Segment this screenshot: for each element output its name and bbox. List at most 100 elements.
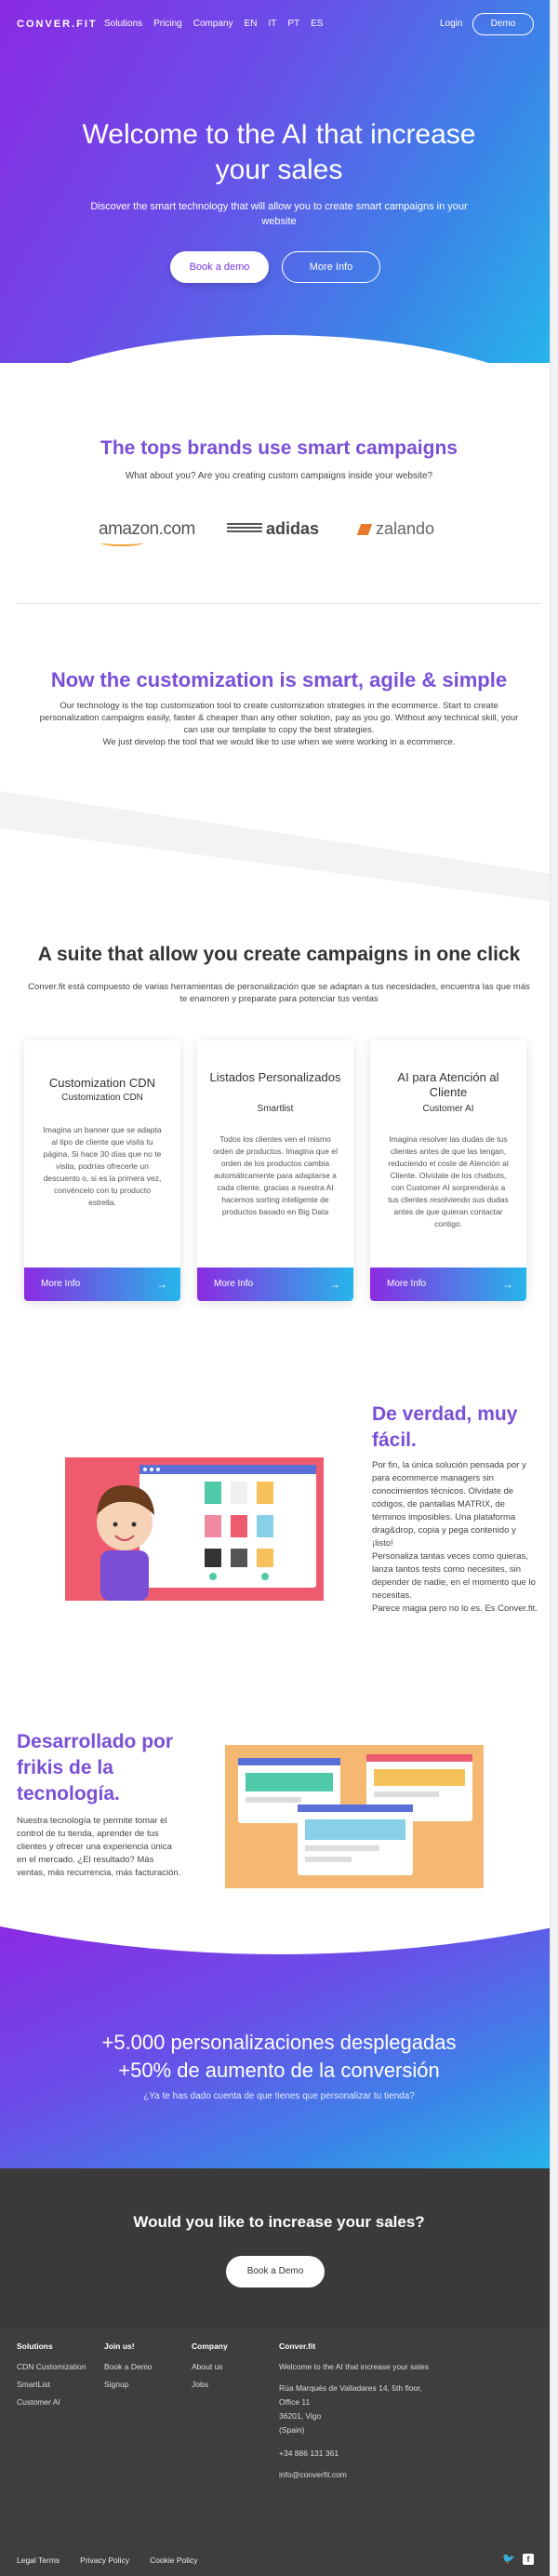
amazon-logo: amazon.com xyxy=(99,519,195,546)
zalando-mark-icon xyxy=(356,524,373,535)
page: CONVER.FIT Solutions Pricing Company EN … xyxy=(0,0,558,2576)
brands-subtitle: What about you? Are you creating custom … xyxy=(125,471,433,481)
easy-text: Por fin, la única solución pensada por y… xyxy=(372,1459,539,1616)
demo-button[interactable]: Demo xyxy=(472,13,534,35)
footer-tagline: Welcome to the AI that increase your sal… xyxy=(279,2362,429,2371)
easy-paragraph-3: Parece magia pero no lo es. Es Conver.fi… xyxy=(372,1603,538,1614)
footer-heading: Conver.fit xyxy=(279,2341,316,2351)
zalando-logo-text: zalando xyxy=(376,519,435,538)
arrow-right-icon: → xyxy=(156,1278,167,1291)
stat-personalizations: +5.000 personalizaciones desplegadas xyxy=(101,2031,457,2054)
lang-en[interactable]: EN xyxy=(245,19,258,29)
customization-paragraph: Our technology is the top customization … xyxy=(39,701,519,735)
card-text: Imagina un banner que se adapta al tipo … xyxy=(43,1125,162,1207)
card-button-label: More Info xyxy=(387,1279,427,1289)
footer-link-customer-ai[interactable]: Customer AI xyxy=(17,2397,86,2407)
footer-solutions: Solutions CDN Customization SmartList Cu… xyxy=(17,2341,86,2415)
footer-link-smartlist[interactable]: SmartList xyxy=(17,2380,86,2389)
book-demo-button[interactable]: Book a demo xyxy=(170,251,269,283)
facebook-icon[interactable]: f xyxy=(523,2554,534,2565)
footer-address-line: Rúa Marqués de Valladares 14, 5th floor, xyxy=(279,2383,422,2393)
footer-converfit: Conver.fit Welcome to the AI that increa… xyxy=(279,2341,446,2484)
footer-link-book-demo[interactable]: Book a Demo xyxy=(104,2362,153,2371)
amazon-logo-text: amazon.com xyxy=(99,519,195,539)
card-subtitle: Customization CDN xyxy=(61,1093,143,1103)
hero-wave-divider xyxy=(0,335,558,363)
easy-paragraph-1: Por fin, la única solución pensada por y… xyxy=(372,1460,526,1549)
card-button-label: More Info xyxy=(41,1279,81,1289)
card-subtitle: Smartlist xyxy=(257,1104,294,1114)
suite-title: A suite that allow you create campaigns … xyxy=(37,944,521,965)
diagonal-band xyxy=(0,791,558,903)
customization-paragraph-2: We just develop the tool that we would l… xyxy=(102,737,456,747)
easy-paragraph-2: Personaliza tantas veces como quieras, l… xyxy=(372,1551,536,1601)
hero-subtitle: Discover the smart technology that will … xyxy=(90,201,468,227)
footer-link-jobs[interactable]: Jobs xyxy=(192,2380,228,2389)
footer-phone[interactable]: +34 886 131 361 xyxy=(279,2449,446,2459)
footer-company: Company About us Jobs xyxy=(192,2341,228,2397)
card-text: Todos los clientes ven el mismo orden de… xyxy=(213,1134,338,1216)
nav-solutions[interactable]: Solutions xyxy=(104,19,142,29)
footer-address-line: 36201, Vigo xyxy=(279,2411,322,2421)
card-title: Listados Personalizados xyxy=(209,1070,341,1084)
lang-es[interactable]: ES xyxy=(311,19,323,29)
card-customer-ai: AI para Atención al Cliente Customer AI … xyxy=(370,1040,526,1301)
easy-title: De verdad, muy fácil. xyxy=(372,1403,518,1451)
hero-section: CONVER.FIT Solutions Pricing Company EN … xyxy=(0,0,558,363)
card-subtitle: Customer AI xyxy=(422,1104,474,1114)
card-title: Customization CDN xyxy=(48,1076,156,1090)
nav-company[interactable]: Company xyxy=(193,19,233,29)
card-more-info-button[interactable]: More Info → xyxy=(370,1268,526,1301)
more-info-button[interactable]: More Info xyxy=(282,251,380,283)
dashboard-illustration xyxy=(225,1745,484,1888)
footer-bottom-bar: Legal Terms Privacy Policy Cookie Policy… xyxy=(0,2537,558,2576)
login-link[interactable]: Login xyxy=(440,19,462,29)
footer-heading: Solutions xyxy=(17,2341,53,2351)
card-customization-cdn: Customization CDN Customization CDN Imag… xyxy=(24,1040,180,1301)
top-nav: CONVER.FIT Solutions Pricing Company EN … xyxy=(0,13,558,37)
footer-heading: Join us! xyxy=(104,2341,135,2351)
arrow-right-icon: → xyxy=(502,1278,513,1291)
adidas-logo-text: adidas xyxy=(266,519,320,538)
footer-legal-links: Legal Terms Privacy Policy Cookie Policy xyxy=(17,2556,198,2565)
arrow-right-icon: → xyxy=(329,1278,340,1291)
geeks-title: Desarrollado por frikis de la tecnología… xyxy=(17,1731,174,1805)
footer-link-about[interactable]: About us xyxy=(192,2362,228,2371)
cta-section xyxy=(0,2168,558,2328)
stats-subtitle: ¿Ya te has dado cuenta de que tienes que… xyxy=(143,2091,415,2101)
footer-address-line: (Spain) xyxy=(279,2425,305,2435)
hero-title: Welcome to the AI that increase your sal… xyxy=(82,119,476,185)
card-more-info-button[interactable]: More Info → xyxy=(24,1268,180,1301)
logo[interactable]: CONVER.FIT xyxy=(17,19,98,30)
footer-heading: Company xyxy=(192,2341,228,2351)
nav-pricing[interactable]: Pricing xyxy=(153,19,182,29)
footer-email[interactable]: info@converfit.com xyxy=(279,2470,446,2480)
ecommerce-illustration xyxy=(65,1457,324,1601)
lang-it[interactable]: IT xyxy=(268,19,276,29)
adidas-stripes-icon xyxy=(227,523,262,536)
divider xyxy=(17,603,541,604)
adidas-logo: adidas xyxy=(227,519,324,542)
footer-link-signup[interactable]: Signup xyxy=(104,2380,153,2389)
customization-text: Our technology is the top customization … xyxy=(37,700,521,748)
amazon-smile-icon xyxy=(100,539,143,546)
footer-link-cdn[interactable]: CDN Customization xyxy=(17,2362,86,2371)
footer-address-line: Office 11 xyxy=(279,2397,311,2407)
cta-book-demo-button[interactable]: Book a Demo xyxy=(226,2256,325,2288)
twitter-icon[interactable]: 🐦 xyxy=(502,2554,515,2565)
lang-pt[interactable]: PT xyxy=(287,19,299,29)
privacy-policy-link[interactable]: Privacy Policy xyxy=(80,2556,129,2565)
geeks-text: Nuestra tecnología te permite tomar el c… xyxy=(17,1816,181,1878)
cookie-policy-link[interactable]: Cookie Policy xyxy=(150,2556,198,2565)
scrollbar[interactable] xyxy=(550,0,558,2576)
brands-title: The tops brands use smart campaigns xyxy=(100,437,458,459)
card-smartlist: Listados Personalizados Smartlist Todos … xyxy=(197,1040,353,1301)
stat-conversion: +50% de aumento de la conversión xyxy=(118,2059,440,2082)
card-title: AI para Atención al Cliente xyxy=(397,1070,499,1099)
card-more-info-button[interactable]: More Info → xyxy=(197,1268,353,1301)
cta-title: Would you like to increase your sales? xyxy=(133,2213,425,2231)
card-text: Imagina resolver las dudas de tus client… xyxy=(388,1134,509,1228)
nav-links: Solutions Pricing Company EN IT PT ES xyxy=(104,19,323,29)
legal-terms-link[interactable]: Legal Terms xyxy=(17,2556,60,2565)
card-button-label: More Info xyxy=(214,1279,254,1289)
